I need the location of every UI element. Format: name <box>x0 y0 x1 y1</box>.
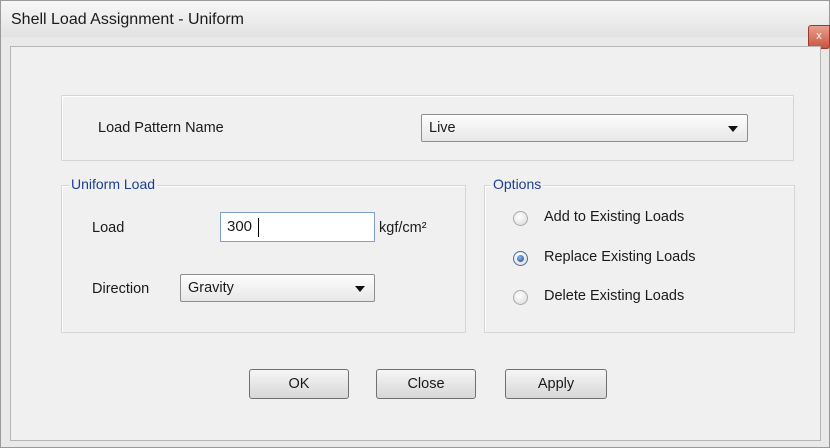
uniform-load-legend: Uniform Load <box>69 176 158 192</box>
load-value-text: 300 <box>227 218 253 235</box>
chevron-down-icon <box>728 126 738 132</box>
direction-dropdown[interactable]: Gravity <box>180 274 375 302</box>
add-to-existing-label[interactable]: Add to Existing Loads <box>544 209 684 225</box>
close-button[interactable]: Close <box>376 369 476 399</box>
options-legend: Options <box>491 176 544 192</box>
direction-value: Gravity <box>188 280 234 296</box>
load-pattern-panel: Load Pattern Name Live <box>61 95 794 161</box>
text-caret <box>258 218 259 237</box>
radio-selected-dot <box>517 255 524 262</box>
title-bar[interactable]: Shell Load Assignment - Uniform <box>1 1 829 37</box>
delete-existing-label[interactable]: Delete Existing Loads <box>544 288 684 304</box>
load-label: Load <box>92 220 125 236</box>
replace-existing-radio[interactable] <box>513 251 528 266</box>
apply-button[interactable]: Apply <box>505 369 607 399</box>
load-unit: kgf/cm² <box>379 220 427 236</box>
options-group: Add to Existing Loads Replace Existing L… <box>484 185 795 333</box>
dialog-client-area: Load Pattern Name Live Load 300 kgf/cm² … <box>10 46 821 441</box>
load-value-input[interactable]: 300 <box>220 212 375 242</box>
load-pattern-value: Live <box>429 120 456 136</box>
window-title: Shell Load Assignment - Uniform <box>11 11 244 28</box>
chevron-down-icon <box>355 286 365 292</box>
ok-button[interactable]: OK <box>249 369 349 399</box>
add-to-existing-radio[interactable] <box>513 211 528 226</box>
uniform-load-group: Load 300 kgf/cm² Direction Gravity <box>61 185 466 333</box>
replace-existing-label[interactable]: Replace Existing Loads <box>544 249 696 265</box>
delete-existing-radio[interactable] <box>513 290 528 305</box>
dialog-window: Shell Load Assignment - Uniform x Load P… <box>0 0 830 448</box>
load-pattern-dropdown[interactable]: Live <box>421 114 748 142</box>
direction-label: Direction <box>92 281 150 297</box>
load-pattern-label: Load Pattern Name <box>98 120 224 136</box>
